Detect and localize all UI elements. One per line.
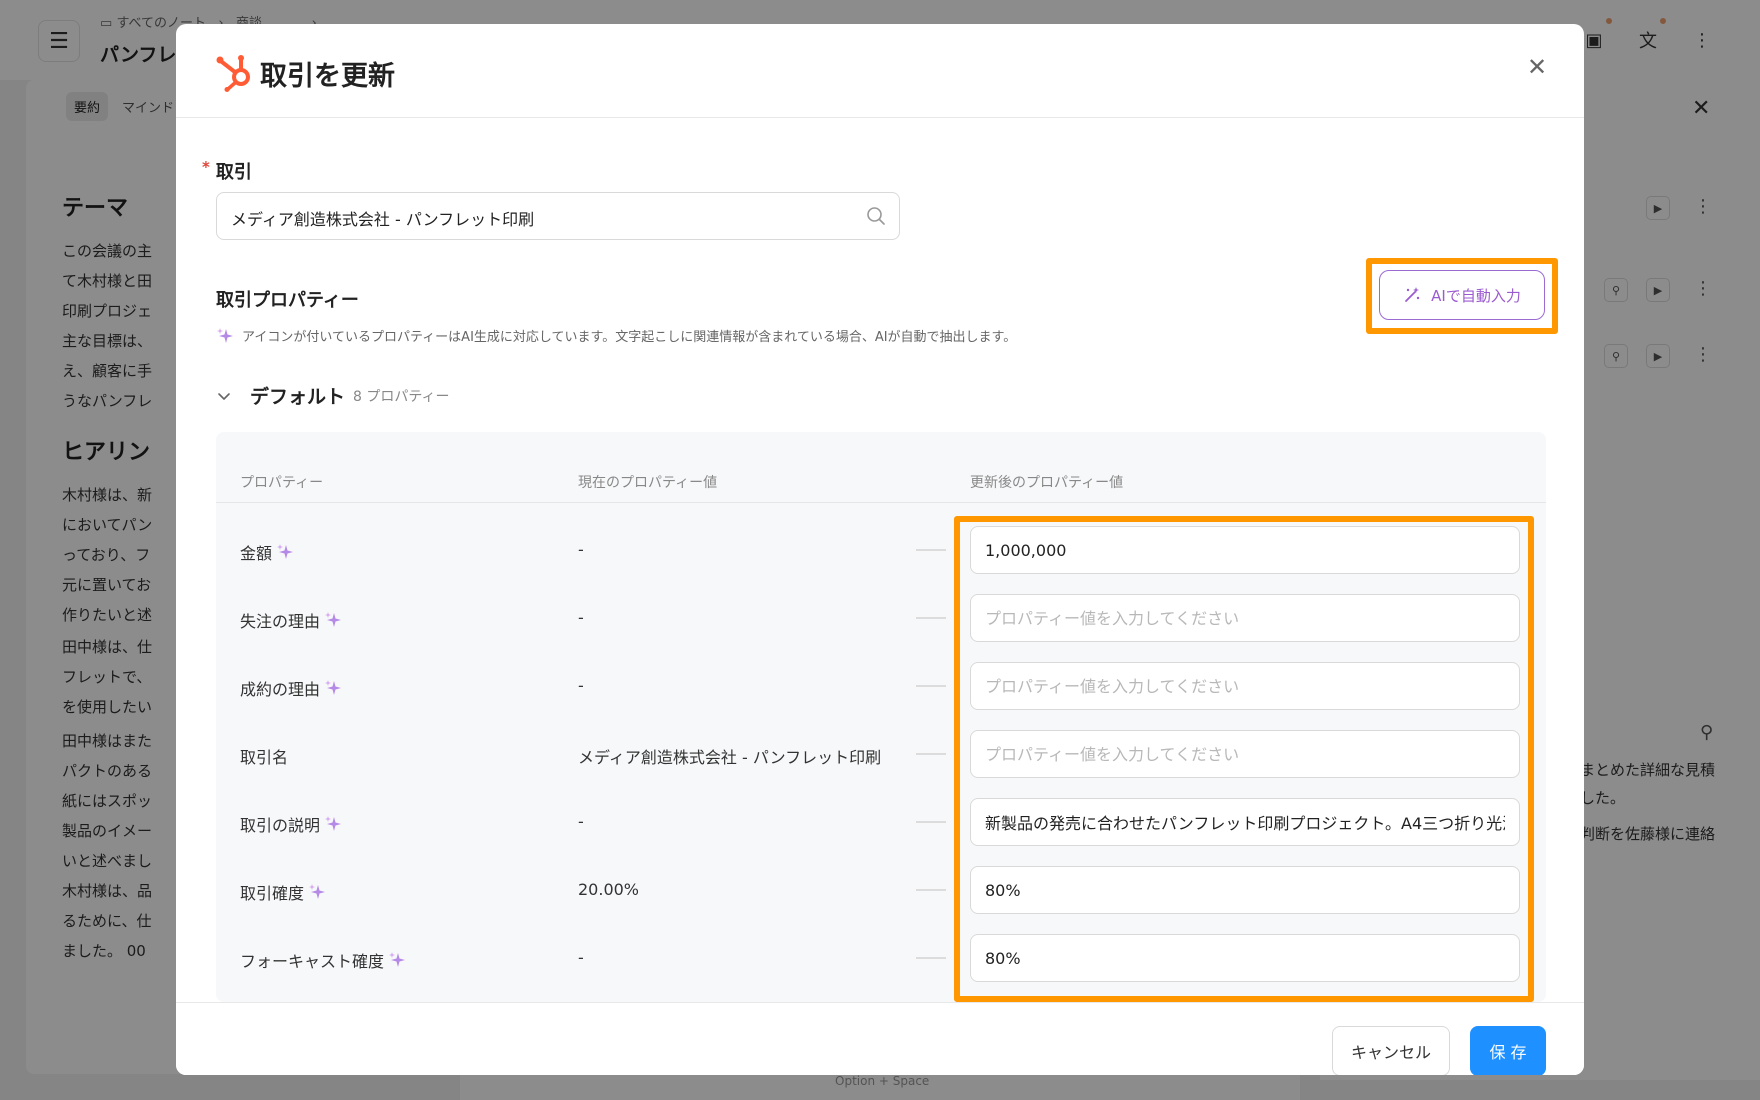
property-name: 成約の理由 (240, 676, 342, 700)
property-name: 取引確度 (240, 880, 326, 904)
current-value: 20.00% (578, 880, 640, 899)
arrow-divider (916, 549, 946, 551)
property-name: 失注の理由 (240, 608, 342, 632)
deal-search-field[interactable]: メディア創造株式会社 - パンフレット印刷 (216, 192, 900, 240)
current-value: - (578, 540, 584, 559)
column-header-property: プロパティー (240, 475, 324, 491)
arrow-divider (916, 617, 946, 619)
sparkle-icon (325, 816, 342, 831)
arrow-divider (916, 889, 946, 891)
arrow-divider (916, 957, 946, 959)
current-value: - (578, 948, 584, 967)
ai-note: アイコンが付いているプロパティーはAI生成に対応しています。文字起こしに関連情報… (216, 326, 1016, 345)
properties-title: 取引プロパティー (216, 290, 359, 311)
current-value: - (578, 608, 584, 627)
current-value: - (578, 676, 584, 695)
deal-label: * 取引 (202, 158, 252, 184)
magic-wand-icon (1405, 287, 1420, 302)
column-header-current: 現在のプロパティー値 (578, 475, 718, 491)
sparkle-icon (325, 680, 342, 695)
property-name: 取引の説明 (240, 812, 342, 836)
ai-autofill-button[interactable]: AIで自動入力 (1379, 270, 1545, 320)
sparkle-icon (277, 544, 294, 559)
close-icon[interactable]: ✕ (1520, 50, 1554, 84)
inputs-highlight (954, 516, 1534, 1002)
sparkle-icon (217, 327, 233, 343)
section-default-toggle[interactable]: デフォルト 8 プロパティー (216, 382, 450, 409)
hubspot-logo-icon (216, 55, 250, 92)
current-value: - (578, 812, 584, 831)
section-name: デフォルト (250, 386, 346, 408)
arrow-divider (916, 753, 946, 755)
property-name-text: フォーキャスト確度 (240, 952, 385, 971)
save-button[interactable]: 保 存 (1470, 1026, 1546, 1075)
ai-note-text: アイコンが付いているプロパティーはAI生成に対応しています。文字起こしに関連情報… (242, 330, 1017, 345)
cancel-button[interactable]: キャンセル (1332, 1026, 1450, 1075)
property-name-text: 取引確度 (240, 884, 305, 903)
property-name-text: 失注の理由 (240, 612, 321, 631)
modal-title: 取引を更新 (260, 61, 395, 92)
property-name-text: 成約の理由 (240, 680, 321, 699)
sparkle-icon (325, 612, 342, 627)
arrow-divider (916, 821, 946, 823)
sparkle-icon (389, 952, 406, 967)
deal-search-value: メディア創造株式会社 - パンフレット印刷 (231, 210, 535, 229)
section-count: 8 プロパティー (353, 388, 450, 405)
property-name: 取引名 (240, 744, 288, 768)
property-name: 金額 (240, 540, 294, 564)
update-deal-modal: 取引を更新 ✕ * 取引 メディア創造株式会社 - パンフレット印刷 取引プロパテ… (176, 24, 1584, 1075)
search-icon (867, 207, 885, 225)
property-name-text: 金額 (240, 544, 273, 563)
deal-label-text: 取引 (215, 162, 252, 183)
modal-header: 取引を更新 ✕ (176, 24, 1584, 118)
chevron-down-icon (218, 392, 230, 400)
required-mark: * (202, 158, 210, 176)
column-header-updated: 更新後のプロパティー値 (970, 475, 1124, 491)
sparkle-icon (309, 884, 326, 899)
ai-autofill-label: AIで自動入力 (1431, 286, 1521, 305)
property-name-text: 取引名 (240, 748, 289, 767)
arrow-divider (916, 685, 946, 687)
property-name-text: 取引の説明 (240, 816, 321, 835)
table-divider (216, 502, 1546, 503)
property-name: フォーキャスト確度 (240, 948, 406, 972)
current-value: メディア創造株式会社 - パンフレット印刷 (578, 748, 882, 767)
